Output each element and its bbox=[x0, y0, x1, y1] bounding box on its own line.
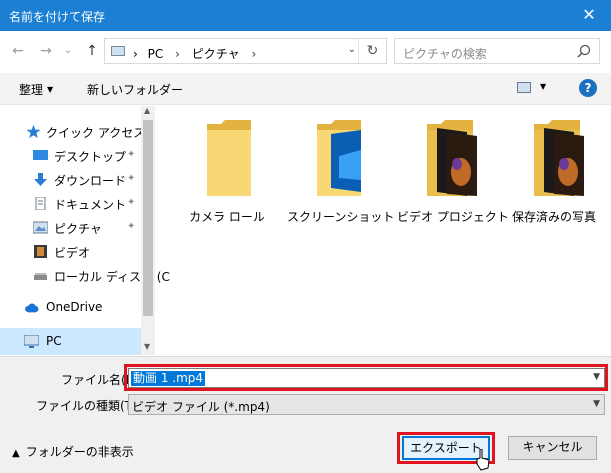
disk-icon bbox=[34, 273, 47, 280]
search-placeholder: ピクチャの検索 bbox=[403, 47, 487, 61]
sidebar-item-label: OneDrive bbox=[46, 300, 103, 314]
breadcrumb: › PC › ピクチャ › bbox=[133, 45, 264, 62]
download-icon bbox=[34, 173, 47, 186]
desktop-icon bbox=[33, 150, 48, 160]
pin-icon: ✦ bbox=[127, 221, 136, 232]
photo-folder-icon bbox=[427, 120, 477, 196]
sidebar-item-label: ドキュメント bbox=[54, 198, 127, 212]
star-icon bbox=[26, 125, 41, 138]
search-box[interactable]: ピクチャの検索 bbox=[394, 38, 600, 64]
breadcrumb-sep: › bbox=[175, 47, 180, 61]
new-folder-button[interactable]: 新しいフォルダー bbox=[87, 81, 183, 98]
document-icon bbox=[35, 197, 46, 210]
hide-folders-button[interactable]: ▲ フォルダーの非表示 bbox=[12, 443, 134, 460]
help-icon[interactable]: ? bbox=[579, 79, 597, 97]
close-icon[interactable]: ✕ bbox=[567, 0, 611, 31]
filetype-label: ファイルの種類(T): bbox=[36, 399, 141, 413]
sidebar-item-documents[interactable]: ドキュメント ✦ bbox=[0, 192, 141, 216]
forward-icon[interactable]: → bbox=[36, 41, 56, 61]
breadcrumb-pictures[interactable]: ピクチャ bbox=[192, 47, 240, 61]
sidebar-item-pictures[interactable]: ピクチャ ✦ bbox=[0, 216, 141, 240]
chevron-up-icon: ▲ bbox=[12, 448, 20, 459]
pointer-cursor-icon bbox=[476, 449, 490, 471]
photo-folder-icon bbox=[534, 120, 584, 196]
hide-folders-label: フォルダーの非表示 bbox=[25, 445, 134, 459]
up-icon[interactable]: ↑ bbox=[82, 41, 102, 61]
pc-icon bbox=[111, 46, 125, 56]
caret-down-icon: ▼ bbox=[47, 85, 54, 94]
folder-item[interactable]: ビデオ プロジェクト bbox=[397, 120, 509, 230]
folder-item[interactable]: スクリーンショット bbox=[287, 120, 395, 230]
cloud-icon bbox=[25, 303, 39, 313]
sidebar-item-pc[interactable]: PC bbox=[0, 328, 141, 355]
filetype-select[interactable]: ビデオ ファイル (*.mp4) ▼ bbox=[128, 394, 605, 415]
scroll-up-icon[interactable]: ▲ bbox=[144, 106, 150, 115]
folder-name: カメラ ロール bbox=[189, 210, 265, 224]
navigation-bar: ← → ⌄ ↑ › PC › ピクチャ › ⌄ ↻ ピクチャの検索 bbox=[0, 31, 611, 73]
sidebar-item-label: PC bbox=[46, 334, 62, 348]
navigation-scrollbar[interactable]: ▲ ▼ bbox=[141, 106, 155, 355]
view-icon[interactable] bbox=[517, 82, 531, 93]
title-bar: 名前を付けて保存 ✕ bbox=[0, 0, 611, 31]
folder-name: 保存済みの写真 bbox=[511, 210, 596, 224]
sidebar-item-label: ビデオ bbox=[54, 246, 91, 260]
sidebar-item-label: ピクチャ bbox=[54, 222, 102, 236]
sidebar-item-quick-access[interactable]: クイック アクセス bbox=[0, 120, 145, 144]
search-icon bbox=[577, 44, 591, 58]
view-options-icon[interactable]: ▼ bbox=[540, 82, 546, 91]
refresh-icon[interactable]: ↻ bbox=[358, 39, 386, 63]
navigation-pane: クイック アクセス デスクトップ ✦ ダウンロード ✦ ドキュメント ✦ ピクチ… bbox=[0, 106, 170, 355]
sidebar-item-label: デスクトップ bbox=[54, 150, 127, 164]
folder-name: ビデオ プロジェクト bbox=[397, 210, 509, 224]
filetype-value: ビデオ ファイル (*.mp4) bbox=[132, 400, 270, 414]
breadcrumb-sep: › bbox=[133, 47, 138, 61]
folder-icon bbox=[207, 120, 251, 196]
pictures-icon bbox=[33, 221, 48, 234]
pin-icon: ✦ bbox=[127, 173, 136, 184]
sidebar-item-local-disk[interactable]: ローカル ディスク (C bbox=[0, 264, 170, 288]
cancel-button[interactable]: キャンセル bbox=[508, 436, 597, 460]
sidebar-item-desktop[interactable]: デスクトップ ✦ bbox=[0, 144, 141, 168]
pin-icon: ✦ bbox=[127, 197, 136, 208]
video-icon bbox=[34, 245, 47, 258]
filename-input[interactable]: 動画 1 .mp4 ▼ bbox=[128, 368, 605, 388]
chevron-down-icon: ▼ bbox=[593, 399, 600, 409]
scroll-down-icon[interactable]: ▼ bbox=[144, 342, 150, 351]
pc-icon bbox=[24, 335, 39, 348]
address-dropdown-icon[interactable]: ⌄ bbox=[348, 44, 356, 55]
back-icon[interactable]: ← bbox=[8, 41, 28, 61]
scrollbar-thumb[interactable] bbox=[143, 120, 153, 316]
breadcrumb-sep: › bbox=[251, 47, 257, 61]
sidebar-item-downloads[interactable]: ダウンロード ✦ bbox=[0, 168, 141, 192]
screenshot-folder-icon bbox=[317, 120, 361, 196]
pin-icon: ✦ bbox=[127, 149, 136, 160]
folder-item[interactable]: 保存済みの写真 bbox=[504, 120, 604, 230]
organize-label: 整理 bbox=[19, 83, 44, 97]
breadcrumb-pc[interactable]: PC bbox=[148, 47, 164, 61]
folder-item[interactable]: カメラ ロール bbox=[177, 120, 277, 230]
organize-button[interactable]: 整理 ▼ bbox=[19, 81, 53, 98]
recent-locations-icon[interactable]: ⌄ bbox=[58, 41, 78, 61]
sidebar-item-videos[interactable]: ビデオ bbox=[0, 240, 141, 264]
sidebar-item-onedrive[interactable]: OneDrive bbox=[0, 296, 141, 320]
chevron-down-icon[interactable]: ▼ bbox=[593, 372, 600, 382]
folder-name: スクリーンショット bbox=[287, 210, 395, 224]
command-bar: 整理 ▼ 新しいフォルダー ▼ ? bbox=[0, 73, 611, 105]
window-title: 名前を付けて保存 bbox=[9, 10, 106, 24]
address-bar[interactable]: › PC › ピクチャ › ⌄ ↻ bbox=[104, 38, 387, 64]
filename-value: 動画 1 .mp4 bbox=[131, 371, 206, 386]
sidebar-item-label: クイック アクセス bbox=[46, 126, 146, 140]
sidebar-item-label: ダウンロード bbox=[54, 174, 127, 188]
